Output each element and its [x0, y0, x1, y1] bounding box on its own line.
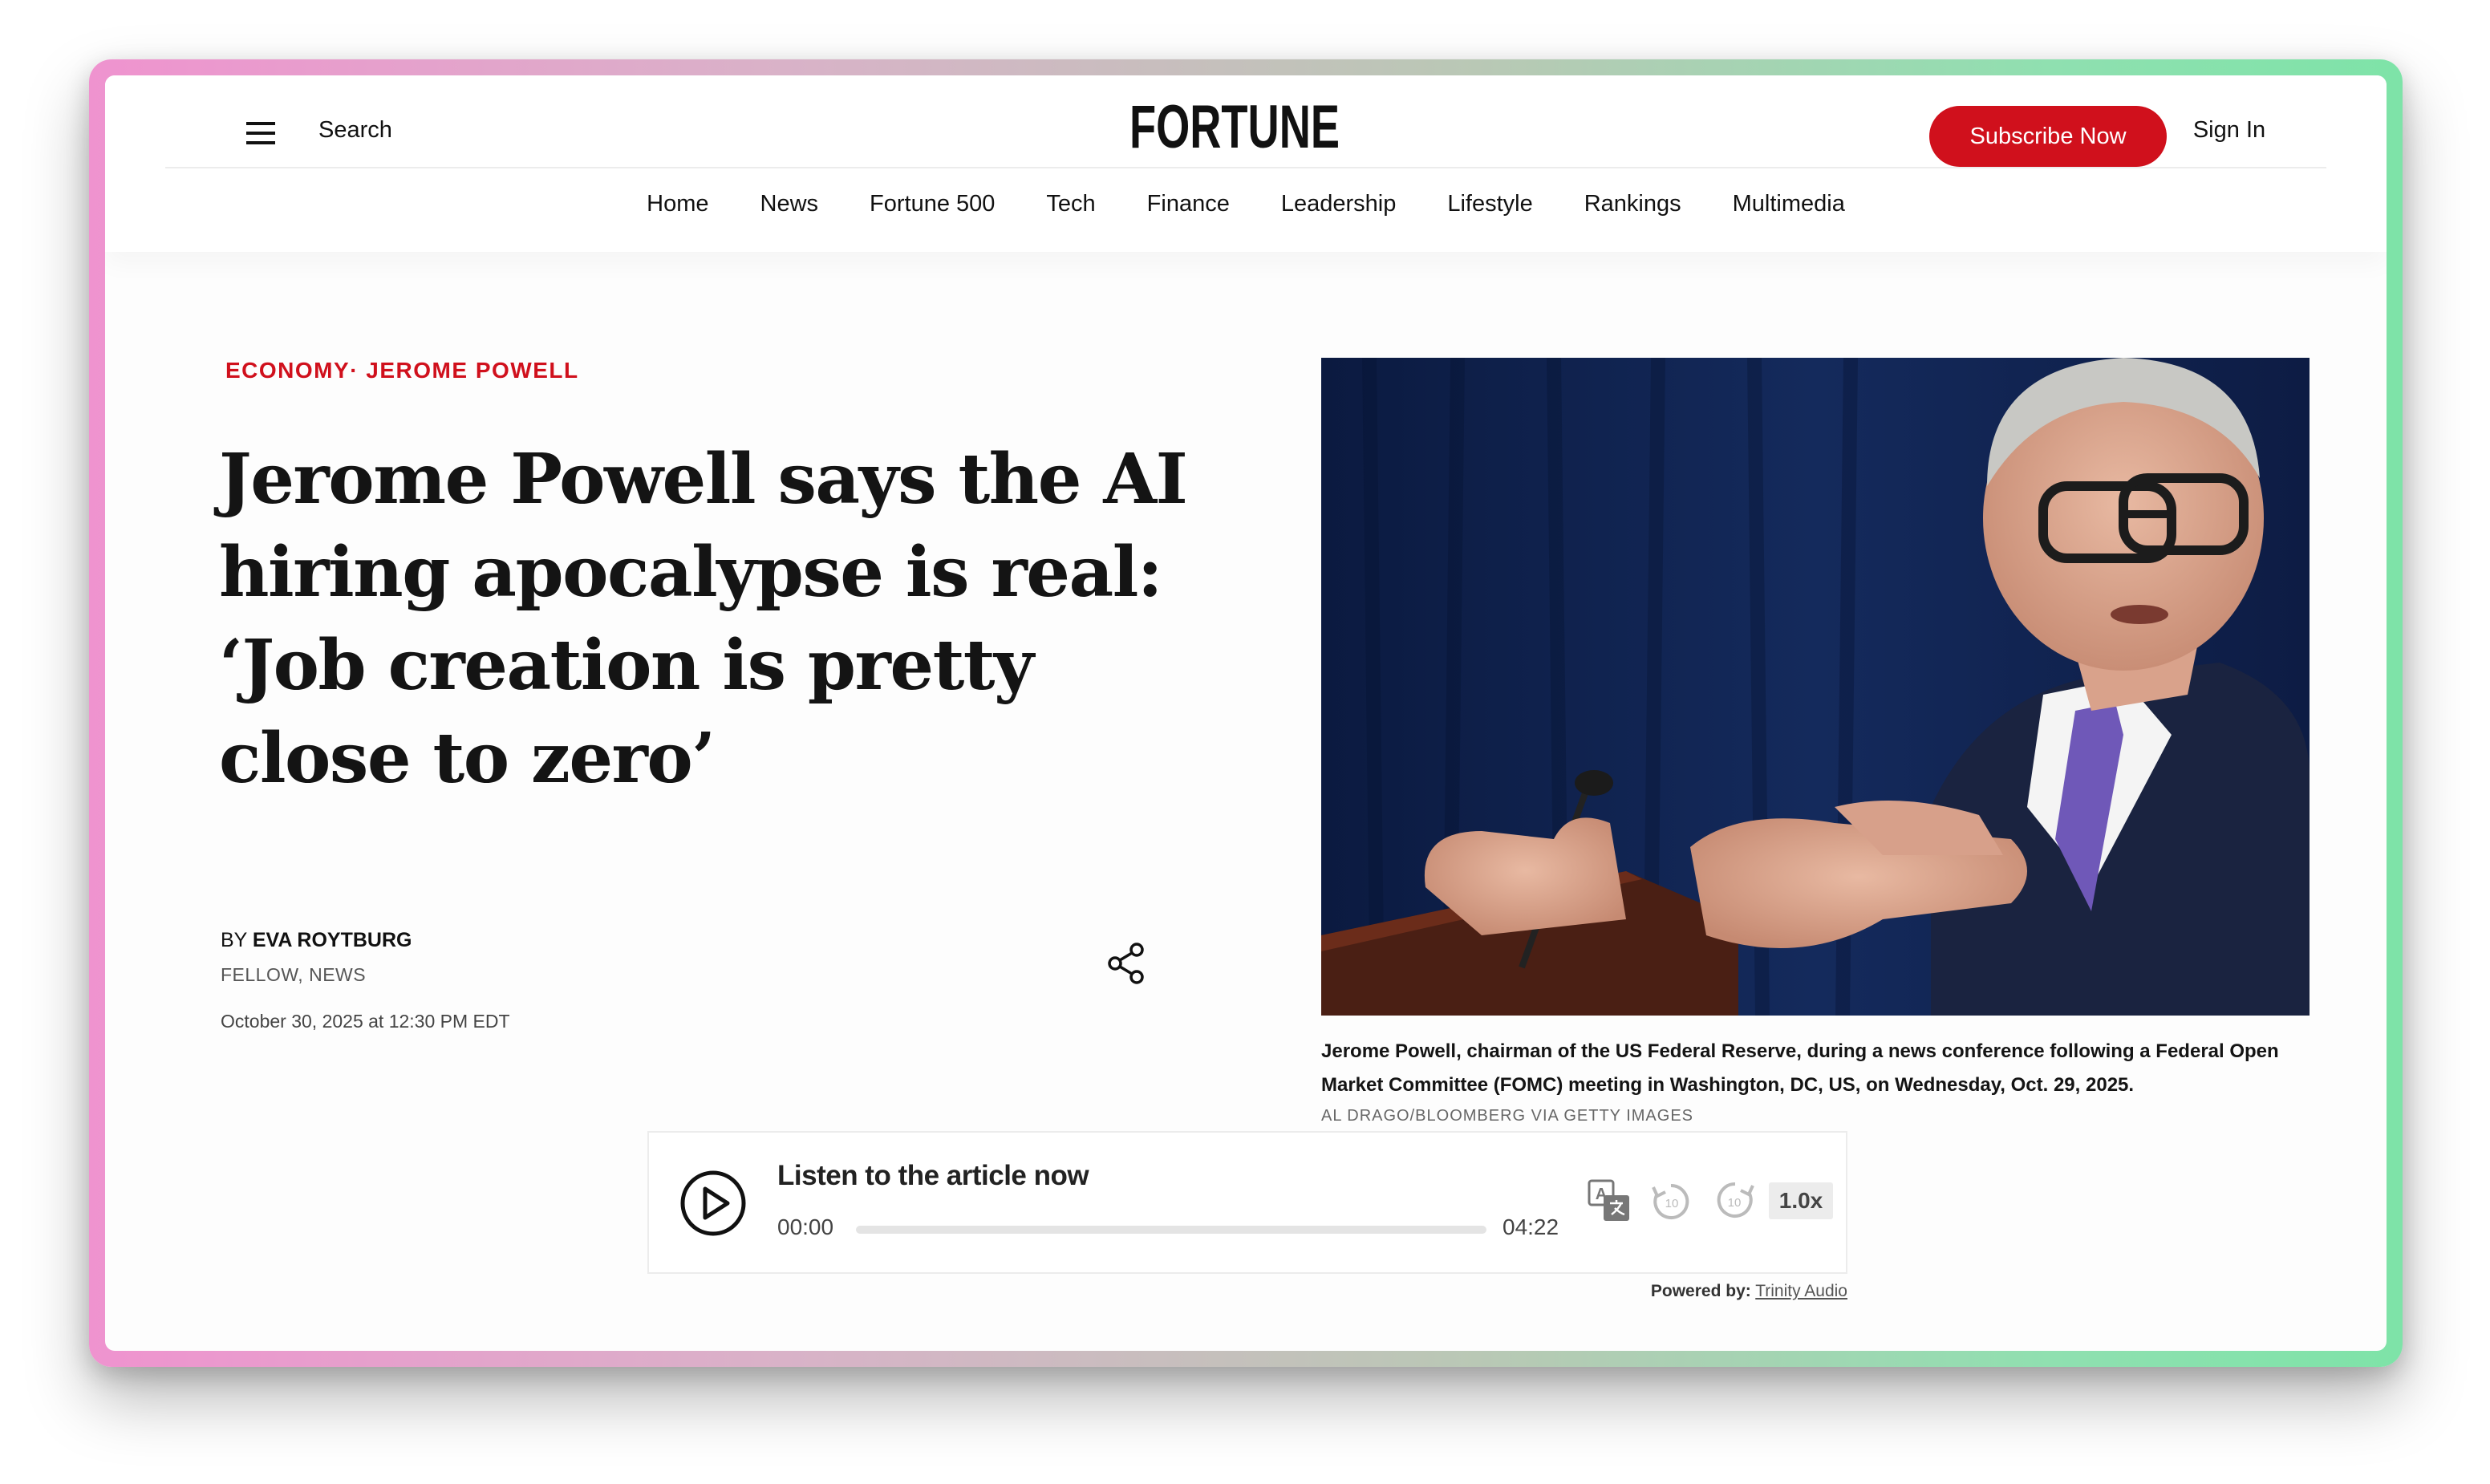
- nav-item-multimedia[interactable]: Multimedia: [1707, 191, 1871, 223]
- audio-player: Listen to the article now 00:00 04:22 A …: [647, 1131, 1847, 1274]
- page-window: Search FORTUNE Subscribe Now Sign In Hom…: [105, 75, 2387, 1351]
- nav-item-leadership[interactable]: Leadership: [1255, 191, 1422, 223]
- browser-frame: Search FORTUNE Subscribe Now Sign In Hom…: [89, 59, 2403, 1367]
- powered-by: Powered by: Trinity Audio: [1634, 1282, 1847, 1301]
- play-button[interactable]: [679, 1170, 747, 1237]
- nav-item-home[interactable]: Home: [621, 191, 734, 223]
- powered-by-vendor-link[interactable]: Trinity Audio: [1755, 1282, 1847, 1300]
- total-time: 04:22: [1503, 1214, 1559, 1239]
- nav-item-fortune-500[interactable]: Fortune 500: [844, 191, 1020, 223]
- current-time: 00:00: [777, 1214, 834, 1239]
- translate-icon[interactable]: A: [1588, 1179, 1631, 1222]
- fortune-logo[interactable]: FORTUNE: [1128, 93, 1341, 161]
- kicker-topic-link[interactable]: JEROME POWELL: [366, 358, 578, 383]
- sign-in-link[interactable]: Sign In: [2173, 117, 2285, 144]
- nav-item-news[interactable]: News: [735, 191, 845, 223]
- byline-prefix: BY: [221, 929, 247, 951]
- author-role: FELLOW, NEWS: [221, 964, 367, 985]
- main-nav: Home News Fortune 500 Tech Finance Leade…: [105, 191, 2387, 223]
- photo-caption: Jerome Powell, chairman of the US Federa…: [1321, 1040, 2279, 1096]
- player-title: Listen to the article now: [777, 1160, 1089, 1191]
- article-photo: [1321, 358, 2310, 1016]
- kicker-section-link[interactable]: ECONOMY: [225, 358, 350, 383]
- subscribe-button[interactable]: Subscribe Now: [1929, 106, 2167, 167]
- progress-slider[interactable]: [856, 1226, 1486, 1234]
- nav-item-lifestyle[interactable]: Lifestyle: [1421, 191, 1558, 223]
- article-kicker: ECONOMY· JEROME POWELL: [225, 358, 579, 383]
- byline: BY EVA ROYTBURG: [221, 929, 412, 952]
- nav-item-rankings[interactable]: Rankings: [1559, 191, 1707, 223]
- kicker-separator: ·: [350, 358, 359, 383]
- article-headline: Jerome Powell says the AI hiring apocaly…: [219, 439, 1188, 799]
- nav-item-tech[interactable]: Tech: [1020, 191, 1121, 223]
- share-icon[interactable]: [1106, 942, 1146, 985]
- svg-text:10: 10: [1665, 1197, 1679, 1210]
- play-icon: [680, 1170, 746, 1236]
- playback-speed-button[interactable]: 1.0x: [1769, 1182, 1833, 1219]
- nav-item-finance[interactable]: Finance: [1121, 191, 1255, 223]
- photo-credit: AL DRAGO/BLOOMBERG VIA GETTY IMAGES: [1321, 1107, 1693, 1125]
- photo-illustration: [1321, 358, 2310, 1016]
- logo-text: FORTUNE: [1129, 95, 1340, 159]
- rewind-10-icon[interactable]: 10: [1650, 1181, 1692, 1222]
- publish-date: October 30, 2025 at 12:30 PM EDT: [221, 1011, 510, 1032]
- svg-text:10: 10: [1728, 1196, 1742, 1210]
- powered-by-label: Powered by:: [1650, 1282, 1751, 1300]
- forward-10-icon[interactable]: 10: [1713, 1179, 1756, 1222]
- menu-icon[interactable]: [246, 122, 275, 144]
- site-header: Search FORTUNE Subscribe Now Sign In Hom…: [105, 75, 2387, 252]
- search-link[interactable]: Search: [318, 117, 392, 144]
- author-link[interactable]: EVA ROYTBURG: [253, 929, 412, 951]
